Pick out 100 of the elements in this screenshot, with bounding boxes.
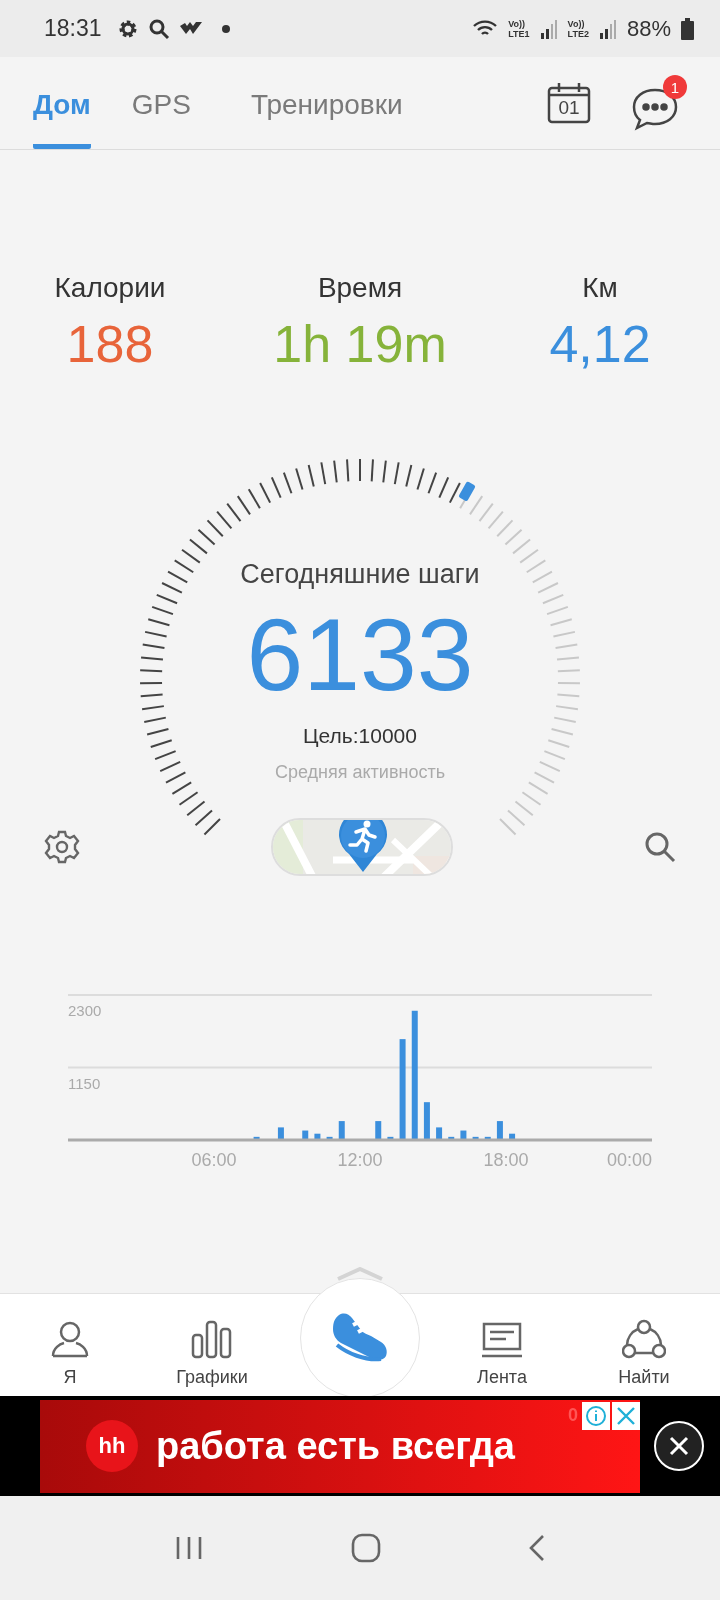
gauge-tick [405,464,413,488]
gauge-tick [143,716,167,723]
gauge-tick [146,728,170,736]
chart-bar [375,1121,382,1140]
gauge-tick [206,519,224,538]
close-button[interactable] [654,1421,704,1471]
y-axis-label: 2300 [68,1002,102,1019]
stat-label: Км [582,272,618,304]
gauge-tick [448,482,461,504]
gauge-tick [553,716,577,723]
y-axis-label: 1150 [68,1074,101,1092]
gauge-tick [359,458,361,482]
app-logo-icon [179,21,202,36]
close-icon [616,1405,636,1426]
gauge-tick [173,559,195,574]
chart-bar [302,1130,309,1140]
dot-icon [221,24,230,33]
gauge-tick [525,559,547,574]
gauge-tick [469,495,484,516]
gauge-tick [416,467,425,491]
stat-label: Калории [54,272,166,304]
gauge-tick [178,791,199,806]
gauge-tick [155,593,179,605]
ad-banner[interactable]: hh работа есть всегда 0 [40,1399,640,1493]
activity-level: Средняя активность [274,762,446,783]
gauge-tick [496,519,514,538]
tab[interactable]: Тренировки [250,57,403,149]
gauge-tick [507,809,526,827]
gauge-tick [141,643,166,650]
gauge-tick [226,502,242,523]
nav-tab[interactable]: Графики [140,1294,284,1398]
back-icon[interactable] [528,1534,547,1562]
gauge-tick [188,538,208,555]
gauge-tick [556,681,581,685]
gauge-tick [141,705,165,711]
gauge-tick [549,618,573,627]
gauge-tick [333,459,338,484]
gauge-tick [531,570,553,584]
gauge-tick [197,528,216,546]
gauge-tick [546,605,569,616]
gauge-tick [181,548,201,564]
gauge-title: Сегодняшние шаги [240,559,480,590]
gauge-tick [547,739,571,748]
gauge-tick [149,739,173,748]
gauge-tick [427,471,438,495]
info-icon [585,1404,607,1427]
gauge-marker [458,481,476,502]
gauge-tick [161,582,183,594]
chart-bar [253,1136,260,1140]
gauge-tick [514,800,534,817]
gauge-tick [295,467,304,491]
person-icon [50,1319,90,1359]
gauge-tick [171,781,193,795]
chart-bar [277,1127,284,1140]
notification-badge: 1 [663,75,687,99]
nav-tab[interactable]: Найти [568,1294,720,1398]
search-icon[interactable] [644,831,676,863]
x-axis-label: 18:00 [483,1150,529,1170]
gauge-tick [552,630,576,638]
step-goal: Цель:10000 [303,724,417,748]
gauge-tick [247,488,261,510]
gauge-tick [543,750,566,761]
gauge-tick [519,548,539,564]
tab[interactable]: GPS [131,57,191,149]
gauge-tick [194,809,213,827]
chart-bar [436,1127,443,1140]
ad-close-button[interactable] [612,1401,640,1430]
gauge-tick [550,728,574,736]
stat-label: Время [317,272,403,304]
ad-logo: hh [86,1420,138,1472]
stat-value: 4,12 [549,314,651,374]
gauge-tick [259,482,272,504]
gauge-tick [393,461,400,486]
ad-info-button[interactable] [582,1401,610,1430]
search-icon [147,17,170,40]
gauge-tick [270,476,282,499]
newspaper-icon [481,1321,523,1359]
gauge-tick [538,760,561,773]
gauge-tick [154,750,177,761]
gauge-tick [487,510,504,530]
settings-icon[interactable] [44,829,80,865]
gauge-tick [307,464,315,488]
gauge-tick [537,582,559,594]
gauge-tick [556,669,581,673]
nav-tab[interactable]: Лента [436,1294,568,1398]
battery-percent: 88% [626,15,671,42]
gauge-tick [521,791,542,806]
stat-value: 1h 19m [273,314,447,374]
home-icon[interactable] [351,1533,381,1563]
nav-tab[interactable]: Я [0,1294,140,1398]
gauge-tick [203,818,221,836]
gauge-tick [159,760,182,773]
x-axis-label: 06:00 [191,1150,237,1170]
sim-label: Vo)) LTE2 [567,18,589,39]
settings-icon [117,18,138,39]
x-axis-label: 00:00 [606,1150,652,1170]
gauge-tick [147,618,171,627]
gauge-tick [438,476,450,499]
gauge-tick [382,459,387,484]
gauge-tick [554,643,579,650]
